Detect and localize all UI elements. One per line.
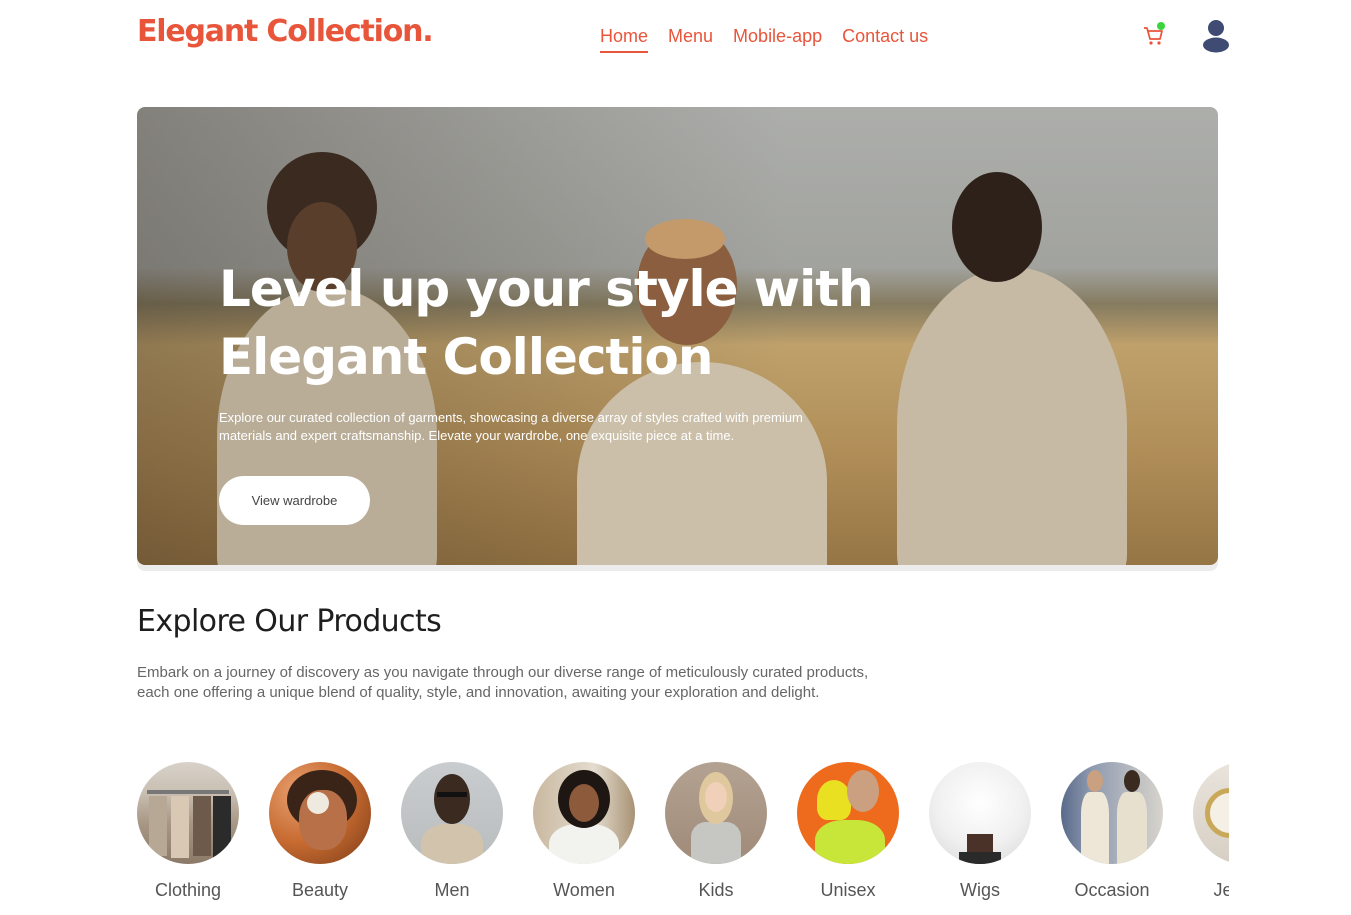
hero-description: Explore our curated collection of garmen… [219,410,803,443]
category-image [269,762,371,864]
category-image [1193,762,1229,864]
nav-menu[interactable]: Menu [668,26,713,53]
section-title: Explore Our Products [137,604,442,639]
category-label: Clothing [154,880,222,900]
category-men[interactable]: Men [401,762,503,901]
category-image [137,762,239,864]
hero-banner: Level up your style with Elegant Collecti… [137,107,1218,565]
category-label: Jewelry [1213,880,1229,900]
category-kids[interactable]: Kids [665,762,767,901]
category-image [1061,762,1163,864]
category-beauty[interactable]: Beauty [269,762,371,901]
nav-contact-us[interactable]: Contact us [842,26,928,53]
category-unisex[interactable]: Unisex [797,762,899,901]
category-occasion[interactable]: Occasion [1061,762,1163,901]
category-clothing[interactable]: Clothing [137,762,239,901]
category-label: Occasion [1074,880,1150,900]
category-label: Kids [698,880,734,900]
category-image [797,762,899,864]
category-image [929,762,1031,864]
main-nav: Home Menu Mobile-app Contact us [600,26,928,53]
category-image [665,762,767,864]
category-label: Unisex [820,880,876,900]
category-label: Beauty [291,880,349,900]
category-carousel[interactable]: Clothing Beauty Men Women Kids Unisex Wi… [137,762,1229,915]
category-label: Wigs [960,880,1000,900]
view-wardrobe-button[interactable]: View wardrobe [219,476,370,525]
category-image [533,762,635,864]
logo[interactable]: Elegant Collection. [137,14,434,49]
cart-badge [1157,22,1165,30]
category-wigs[interactable]: Wigs [929,762,1031,901]
section-description: Embark on a journey of discovery as you … [137,664,869,701]
category-label: Women [553,880,615,900]
user-icon[interactable] [1202,19,1230,53]
nav-mobile-app[interactable]: Mobile-app [733,26,822,53]
hero-title: Level up your style with Elegant Collecti… [219,255,874,391]
category-women[interactable]: Women [533,762,635,901]
category-label: Men [434,880,470,900]
hero-title-line-1: Level up your style with [219,260,874,318]
hero-title-line-2: Elegant Collection [219,328,713,386]
category-image [401,762,503,864]
category-jewelry[interactable]: Jewelry [1193,762,1229,901]
nav-home[interactable]: Home [600,26,649,53]
